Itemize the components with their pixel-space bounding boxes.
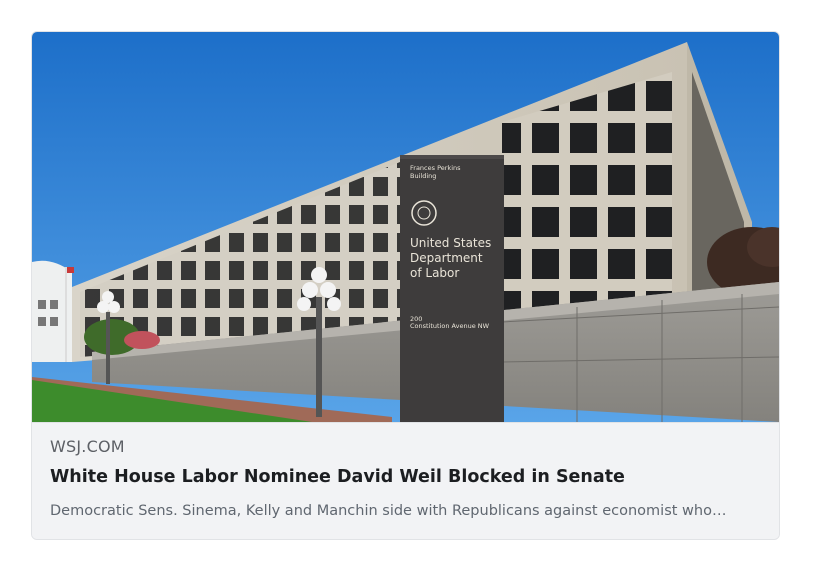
- svg-text:United States: United States: [410, 236, 491, 250]
- svg-text:Frances Perkins: Frances Perkins: [410, 164, 461, 172]
- svg-text:of Labor: of Labor: [410, 266, 459, 280]
- svg-text:Building: Building: [410, 172, 436, 180]
- svg-text:Department: Department: [410, 251, 483, 265]
- source-domain[interactable]: WSJ.COM: [50, 437, 125, 456]
- link-preview-card[interactable]: Frances Perkins Building United States D…: [31, 31, 780, 540]
- article-title[interactable]: White House Labor Nominee David Weil Blo…: [50, 467, 625, 487]
- article-description: Democratic Sens. Sinema, Kelly and Manch…: [50, 503, 727, 519]
- preview-meta: WSJ.COM White House Labor Nominee David …: [32, 422, 779, 539]
- article-image[interactable]: Frances Perkins Building United States D…: [32, 32, 779, 422]
- svg-text:Constitution Avenue NW: Constitution Avenue NW: [410, 322, 490, 330]
